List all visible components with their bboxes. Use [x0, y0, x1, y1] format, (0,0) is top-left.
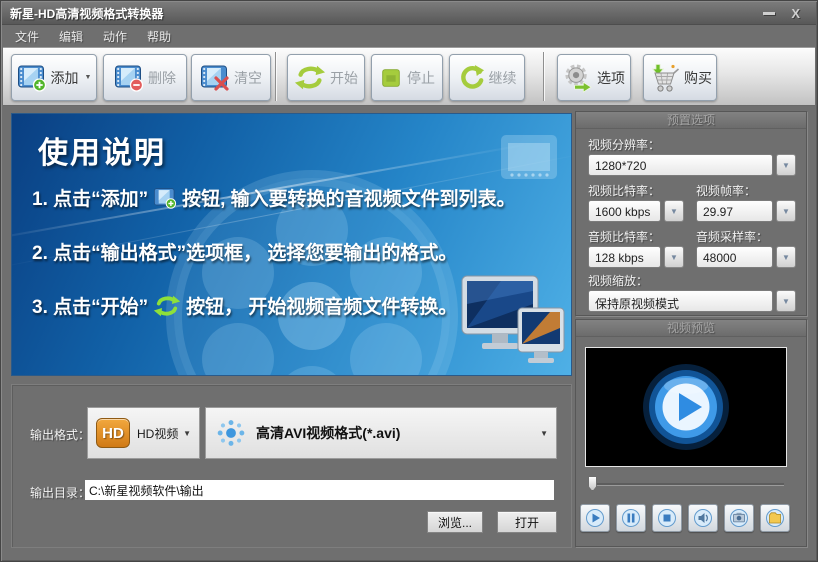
film-watermark-icon: [501, 135, 557, 179]
browse-button[interactable]: 浏览...: [427, 511, 483, 533]
minimize-icon[interactable]: [763, 11, 776, 15]
options-label: 选项: [597, 69, 625, 86]
stop-icon: [382, 68, 400, 87]
samplerate-select[interactable]: 48000 ▼: [696, 246, 796, 268]
slider-thumb[interactable]: [588, 476, 597, 491]
film-clear-icon: [201, 65, 229, 91]
preview-volume-button[interactable]: [688, 504, 718, 532]
chevron-down-icon[interactable]: ▼: [776, 154, 796, 176]
chevron-down-icon[interactable]: ▼: [776, 200, 796, 222]
chevron-down-icon[interactable]: ▼: [540, 429, 548, 438]
window-controls: X: [763, 7, 808, 20]
remove-button[interactable]: 删除: [103, 54, 187, 101]
toolbar-separator: [543, 52, 544, 101]
menu-edit[interactable]: 编辑: [49, 26, 93, 47]
stop-square-icon: [658, 509, 676, 527]
close-icon[interactable]: X: [791, 7, 800, 20]
resume-button[interactable]: 继续: [449, 54, 525, 101]
speaker-icon: [694, 509, 712, 527]
app-window: 新星-HD高清视频格式转换器 X 文件 编辑 动作 帮助 添加 ▼ 删除 清空 …: [0, 0, 818, 562]
instructions-panel: 使用说明 1. 点击“添加” 按钮, 输入要转换的音视频文件到列表。 2. 点击…: [11, 113, 572, 376]
pause-icon: [622, 509, 640, 527]
menu-file[interactable]: 文件: [5, 26, 49, 47]
audio-bitrate-label: 音频比特率：: [588, 230, 661, 244]
window-title: 新星-HD高清视频格式转换器: [10, 6, 164, 21]
preset-options-group: 预置选项 视频分辨率： 1280*720 ▼ 视频比特率： 视频帧率： 1600…: [575, 111, 807, 316]
instruction-step-3: 3. 点击“开始” 按钮， 开始视频音频文件转换。: [32, 292, 457, 319]
video-scale-label: 视频缩放：: [588, 274, 649, 288]
preview-open-folder-button[interactable]: [760, 504, 790, 532]
output-group: 输出格式： HD HD视频 ▼ 高清AVI视频格式(*.avi) ▼ 输出目录：…: [11, 384, 572, 548]
resolution-label: 视频分辨率：: [588, 138, 661, 152]
hd-badge: HD: [96, 418, 130, 448]
preview-stop-button[interactable]: [652, 504, 682, 532]
play-icon: [586, 509, 604, 527]
preview-play-button[interactable]: [580, 504, 610, 532]
video-bitrate-label: 视频比特率：: [588, 184, 661, 198]
play-logo-icon: [643, 364, 729, 450]
start-button[interactable]: 开始: [287, 54, 365, 101]
resume-icon: [460, 64, 484, 89]
start-icon: [294, 65, 326, 90]
stop-label: 停止: [407, 69, 435, 86]
instruction-step-2: 2. 点击“输出格式”选项框， 选择您要输出的格式。: [32, 243, 458, 264]
resolution-select[interactable]: 1280*720 ▼: [588, 154, 796, 176]
monitors-image: [461, 275, 565, 363]
video-scale-select[interactable]: 保持原视频模式 ▼: [588, 290, 796, 312]
chevron-down-icon[interactable]: ▼: [664, 246, 684, 268]
clear-label: 清空: [234, 69, 262, 86]
film-remove-icon: [115, 65, 144, 92]
video-bitrate-select[interactable]: 1600 kbps ▼: [588, 200, 684, 222]
film-add-icon: [17, 65, 46, 92]
toolbar: 添加 ▼ 删除 清空 开始 停止 继续 选项 购买: [3, 47, 815, 106]
remove-label: 删除: [148, 69, 176, 86]
output-category-select[interactable]: HD HD视频 ▼: [87, 407, 200, 459]
video-preview-header: 视频预览: [576, 320, 806, 337]
audio-bitrate-select[interactable]: 128 kbps ▼: [588, 246, 684, 268]
buy-button[interactable]: 购买: [643, 54, 717, 101]
gear-icon: [565, 63, 592, 93]
preview-snapshot-button[interactable]: [724, 504, 754, 532]
clear-button[interactable]: 清空: [191, 54, 271, 101]
framerate-label: 视频帧率：: [696, 184, 757, 198]
preview-screen: [585, 347, 787, 467]
convert-cycle-icon: [153, 295, 181, 316]
options-button[interactable]: 选项: [557, 54, 631, 101]
open-button[interactable]: 打开: [497, 511, 557, 533]
stop-button[interactable]: 停止: [371, 54, 443, 101]
menu-bar: 文件 编辑 动作 帮助: [5, 26, 181, 47]
samplerate-label: 音频采样率：: [696, 230, 769, 244]
chevron-down-icon[interactable]: ▼: [776, 290, 796, 312]
seek-slider[interactable]: [588, 476, 784, 492]
toolbar-separator: [275, 52, 276, 101]
start-label: 开始: [330, 69, 358, 86]
chevron-down-icon[interactable]: ▼: [183, 429, 191, 438]
video-preview-group: 视频预览: [575, 319, 807, 547]
resume-label: 继续: [488, 69, 517, 86]
instruction-step-1: 1. 点击“添加” 按钮, 输入要转换的音视频文件到列表。: [32, 184, 516, 211]
output-format-select[interactable]: 高清AVI视频格式(*.avi) ▼: [205, 407, 557, 459]
usage-title: 使用说明: [38, 137, 166, 170]
output-format-label: 输出格式：: [30, 428, 91, 442]
menu-action[interactable]: 动作: [93, 26, 137, 47]
preset-options-header: 预置选项: [576, 112, 806, 129]
camera-icon: [730, 509, 748, 527]
buy-label: 购买: [684, 69, 712, 86]
chevron-down-icon[interactable]: ▼: [664, 200, 684, 222]
slider-track[interactable]: [591, 483, 784, 486]
title-bar[interactable]: 新星-HD高清视频格式转换器 X: [2, 2, 816, 25]
add-label: 添加: [50, 69, 79, 86]
preview-pause-button[interactable]: [616, 504, 646, 532]
add-button[interactable]: 添加 ▼: [11, 54, 97, 101]
output-dir-input[interactable]: [84, 479, 555, 501]
chevron-down-icon[interactable]: ▼: [776, 246, 796, 268]
film-add-icon: [154, 187, 177, 209]
cart-icon: [651, 63, 680, 92]
format-burst-icon: [217, 420, 245, 446]
add-dropdown-caret-icon[interactable]: ▼: [85, 74, 92, 81]
output-dir-label: 输出目录：: [30, 486, 91, 500]
menu-help[interactable]: 帮助: [137, 26, 181, 47]
folder-icon: [766, 509, 784, 527]
framerate-select[interactable]: 29.97 ▼: [696, 200, 796, 222]
